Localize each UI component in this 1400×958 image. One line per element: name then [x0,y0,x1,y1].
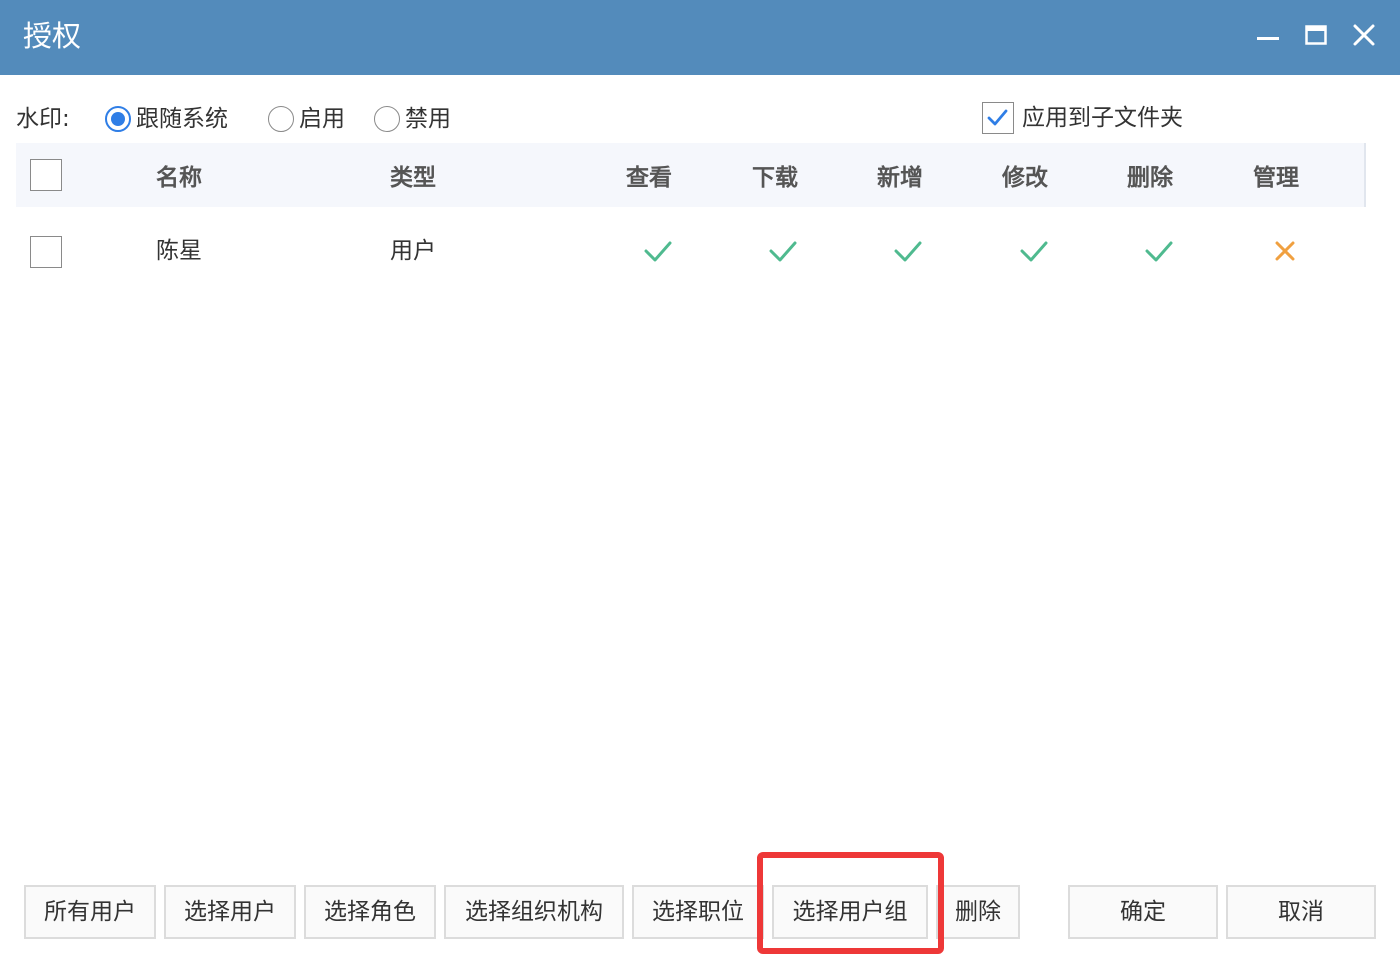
radio-enable[interactable]: 启用 [268,102,345,136]
row-name: 陈星 [156,238,202,264]
title-bar: 授权 [0,0,1400,75]
dialog-title: 授权 [23,19,82,53]
column-header-download: 下载 [752,165,798,191]
delete-button[interactable]: 删除 [936,885,1020,939]
column-header-add: 新增 [877,165,923,191]
select-organization-button[interactable]: 选择组织机构 [444,885,624,939]
radio-label: 禁用 [405,106,451,132]
cancel-button[interactable]: 取消 [1226,885,1376,939]
column-header-manage: 管理 [1253,165,1299,191]
view-permission-check-icon[interactable] [643,216,673,286]
radio-label: 跟随系统 [136,106,228,132]
table-row[interactable]: 陈星 用户 [16,216,1366,286]
checkbox-checked-icon [982,102,1014,134]
apply-subfolders-checkbox[interactable]: 应用到子文件夹 [982,100,1183,136]
radio-follow-system[interactable]: 跟随系统 [105,102,228,136]
row-checkbox[interactable] [30,236,62,268]
select-position-button[interactable]: 选择职位 [632,885,764,939]
select-user-group-button[interactable]: 选择用户组 [772,885,928,939]
select-all-checkbox[interactable] [30,159,62,191]
download-permission-check-icon[interactable] [768,216,798,286]
confirm-button[interactable]: 确定 [1068,885,1218,939]
select-user-button[interactable]: 选择用户 [164,885,296,939]
column-header-view: 查看 [626,165,672,191]
column-header-type: 类型 [390,165,436,191]
watermark-row: 水印: 跟随系统 启用 禁用 [0,100,1400,140]
column-header-delete: 删除 [1127,165,1173,191]
apply-subfolders-label: 应用到子文件夹 [1022,105,1183,131]
close-button[interactable] [1344,16,1384,56]
row-type: 用户 [390,238,436,264]
column-header-modify: 修改 [1002,165,1048,191]
watermark-label: 水印: [16,106,70,132]
maximize-icon [1305,25,1327,45]
minimize-icon [1257,37,1279,40]
add-permission-check-icon[interactable] [893,216,923,286]
close-icon [1353,24,1375,46]
maximize-button[interactable] [1296,16,1336,56]
radio-label: 启用 [299,106,345,132]
radio-unselected-icon [268,106,294,132]
table-header: 名称 类型 查看 下载 新增 修改 删除 管理 [16,143,1366,207]
manage-permission-cross-icon[interactable] [1270,216,1300,286]
radio-selected-icon [105,106,131,132]
all-users-button[interactable]: 所有用户 [24,885,156,939]
select-role-button[interactable]: 选择角色 [304,885,436,939]
column-header-name: 名称 [156,165,202,191]
radio-disable[interactable]: 禁用 [374,102,451,136]
radio-unselected-icon [374,106,400,132]
minimize-button[interactable] [1248,16,1288,56]
delete-permission-check-icon[interactable] [1144,216,1174,286]
modify-permission-check-icon[interactable] [1019,216,1049,286]
